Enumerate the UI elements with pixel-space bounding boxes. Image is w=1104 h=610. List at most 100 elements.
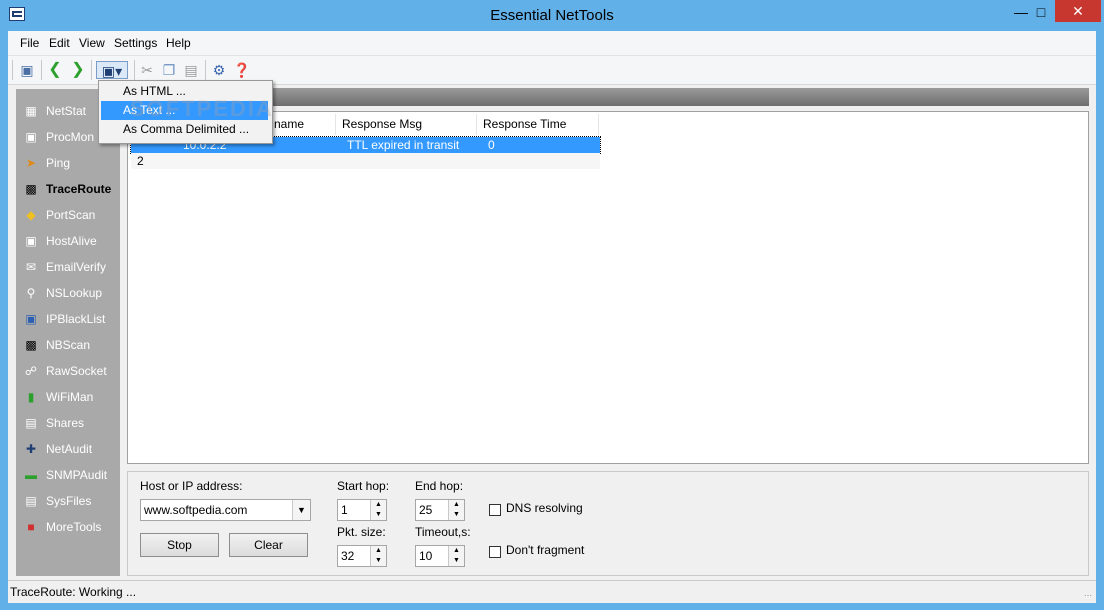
sidebar-item-hostalive[interactable]: ▣ HostAlive [16,229,120,253]
end-hop-value: 25 [419,503,433,517]
host-input[interactable]: www.softpedia.com ▼ [140,499,311,521]
back-icon[interactable]: ❮ [46,61,64,79]
cut-icon[interactable]: ✂ [138,61,156,79]
shares-icon: ▤ [25,416,37,430]
pkt-size-stepper[interactable]: 32 ▲ ▼ [337,545,387,567]
sidebar-item-ipblacklist[interactable]: ▣ IPBlackList [16,307,120,331]
close-button[interactable]: ✕ [1055,0,1101,22]
tool-sidebar: ▦ NetStat ▣ ProcMon ➤ Ping ▩ TraceRoute ◆ Por… [16,89,120,576]
spin-down-icon[interactable]: ▼ [371,556,386,566]
help-icon[interactable]: ❓ [233,61,251,79]
netstat-icon: ▦ [25,104,37,118]
spin-arrows[interactable]: ▲ ▼ [370,546,386,566]
spin-up-icon[interactable]: ▲ [449,500,464,510]
sidebar-item-netaudit[interactable]: ✚ NetAudit [16,437,120,461]
resize-grip-icon[interactable]: ⋯ [1084,591,1094,601]
start-hop-value: 1 [341,503,348,517]
spin-arrows[interactable]: ▲ ▼ [448,546,464,566]
sidebar-item-rawsocket[interactable]: ☍ RawSocket [16,359,120,383]
sidebar-item-sysfiles[interactable]: ▤ SysFiles [16,489,120,513]
sidebar-item-shares[interactable]: ▤ Shares [16,411,120,435]
toolbar-separator [41,60,42,80]
sidebar-item-moretools[interactable]: ■ MoreTools [16,515,120,539]
spin-up-icon[interactable]: ▲ [371,500,386,510]
menu-item-as-comma-delimited[interactable]: As Comma Delimited ... [101,120,268,139]
procmon-icon: ▣ [25,130,37,144]
moretools-icon: ■ [27,520,35,534]
column-header-response-time[interactable]: Response Time [477,114,599,135]
host-value: www.softpedia.com [144,503,248,517]
sidebar-item-snmpaudit[interactable]: ▬ SNMPAudit [16,463,120,487]
sidebar-item-ping[interactable]: ➤ Ping [16,151,120,175]
menu-file[interactable]: File [20,36,39,50]
title-bar: Essential NetTools — □ ✕ [0,0,1104,31]
spin-arrows[interactable]: ▲ ▼ [448,500,464,520]
timeout-label: Timeout,s: [415,525,471,539]
ipblacklist-icon: ▣ [25,312,37,326]
menu-edit[interactable]: Edit [49,36,70,50]
sidebar-item-portscan[interactable]: ◆ PortScan [16,203,120,227]
spin-up-icon[interactable]: ▲ [449,546,464,556]
stop-button[interactable]: Stop [140,533,219,557]
sysfiles-icon: ▤ [25,494,37,508]
dns-resolving-checkbox[interactable] [489,504,501,516]
table-row[interactable]: 2 [131,153,600,169]
email-icon: ✉ [25,260,37,274]
hostalive-icon: ▣ [25,234,37,248]
dont-fragment-checkbox[interactable] [489,546,501,558]
paste-icon[interactable]: ▤ [182,61,200,79]
save-icon[interactable]: ▣▾ [96,61,128,79]
window-title: Essential NetTools [490,7,614,24]
end-hop-label: End hop: [415,479,464,493]
toolbar-separator [91,60,92,80]
column-header-name[interactable]: name [268,114,336,135]
gear-icon[interactable]: ⚙ [210,61,228,79]
toolbar-separator [205,60,206,80]
chevron-down-icon[interactable]: ▼ [292,500,310,520]
menu-view[interactable]: View [79,36,105,50]
end-hop-stepper[interactable]: 25 ▲ ▼ [415,499,465,521]
ping-icon: ➤ [25,156,37,170]
toolbar-separator [134,60,135,80]
computer-icon[interactable]: ▣ [18,61,36,79]
status-bar: TraceRoute: Working ... ⋯ [8,580,1096,603]
maximize-button[interactable]: □ [1027,1,1055,23]
copy-icon[interactable]: ❐ [160,61,178,79]
spin-down-icon[interactable]: ▼ [371,510,386,520]
traceroute-options-panel: Host or IP address: www.softpedia.com ▼ … [127,471,1089,576]
clear-button[interactable]: Clear [229,533,308,557]
response-msg-cell: TTL expired in transit [347,138,460,152]
forward-icon[interactable]: ❯ [69,61,87,79]
timeout-stepper[interactable]: 10 ▲ ▼ [415,545,465,567]
timeout-value: 10 [419,549,433,563]
spin-up-icon[interactable]: ▲ [371,546,386,556]
sidebar-item-wifiman[interactable]: ▮ WiFiMan [16,385,120,409]
spin-down-icon[interactable]: ▼ [449,556,464,566]
nbscan-icon: ▩ [25,338,37,352]
start-hop-label: Start hop: [337,479,390,493]
hop-cell: 2 [137,154,144,168]
snmpaudit-icon: ▬ [25,468,37,482]
column-header-response-msg[interactable]: Response Msg [336,114,477,135]
portscan-icon: ◆ [26,208,36,222]
start-hop-stepper[interactable]: 1 ▲ ▼ [337,499,387,521]
sidebar-item-traceroute[interactable]: ▩ TraceRoute [16,177,120,201]
status-text: TraceRoute: Working ... [10,585,137,599]
magnifier-icon: ⚲ [26,286,36,300]
response-time-cell: 0 [488,138,495,152]
traceroute-icon: ▩ [25,182,37,196]
dns-resolving-label: DNS resolving [506,501,583,515]
sidebar-item-emailverify[interactable]: ✉ EmailVerify [16,255,120,279]
menu-settings[interactable]: Settings [114,36,157,50]
softpedia-watermark: SOFTPEDIA [130,96,274,121]
sidebar-item-nslookup[interactable]: ⚲ NSLookup [16,281,120,305]
spin-arrows[interactable]: ▲ ▼ [370,500,386,520]
app-window: Essential NetTools — □ ✕ File Edit View … [0,0,1104,610]
menu-help[interactable]: Help [166,36,191,50]
sidebar-item-nbscan[interactable]: ▩ NBScan [16,333,120,357]
netaudit-icon: ✚ [25,442,37,456]
results-table[interactable]: name Response Msg Response Time 10.0.2.2… [127,111,1089,464]
spin-down-icon[interactable]: ▼ [449,510,464,520]
dont-fragment-label: Don't fragment [506,543,585,557]
menu-bar: File Edit View Settings Help [8,31,1096,56]
